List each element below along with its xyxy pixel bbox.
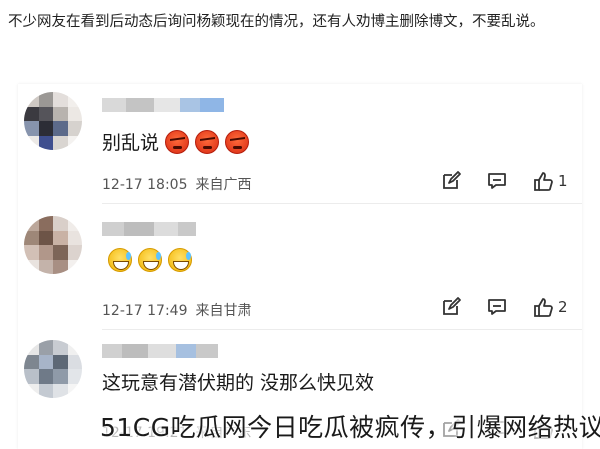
- comment-bubble-icon[interactable]: [486, 296, 508, 318]
- avatar[interactable]: [24, 340, 82, 398]
- thumbs-up-icon[interactable]: [532, 296, 554, 318]
- comment-item: 别乱说 12-17 18:05 来自广西 1: [18, 84, 582, 204]
- comment-bubble-icon[interactable]: [486, 170, 508, 192]
- grinning-sweat-emoji: [108, 248, 132, 272]
- comment-text: [102, 248, 192, 272]
- angry-face-emoji: [165, 129, 190, 154]
- username-mosaic[interactable]: [102, 222, 232, 236]
- username-mosaic[interactable]: [102, 344, 232, 358]
- comment-list: 别乱说 12-17 18:05 来自广西 1 12-17 17:49 来自甘肃 …: [18, 84, 582, 449]
- angry-face-emoji: [225, 129, 250, 154]
- comment-date: 12-17 17:49: [102, 303, 188, 319]
- pencil-square-icon[interactable]: [440, 170, 462, 192]
- angry-face-emoji: [195, 129, 220, 154]
- like-count: 2: [558, 298, 568, 316]
- avatar[interactable]: [24, 216, 82, 274]
- username-mosaic[interactable]: [102, 98, 232, 112]
- thumbs-up-icon[interactable]: [532, 170, 554, 192]
- comment-location: 来自广西: [195, 177, 252, 193]
- watermark-caption: 51CG吃瓜网今日吃瓜被疯传，引爆网络热议: [100, 413, 600, 442]
- comment-text: 别乱说: [102, 128, 250, 155]
- avatar[interactable]: [24, 92, 82, 150]
- comment-meta: 12-17 18:05 来自广西: [102, 174, 251, 194]
- comment-location: 来自甘肃: [195, 303, 252, 319]
- grinning-sweat-emoji: [138, 248, 162, 272]
- grinning-sweat-emoji: [168, 248, 192, 272]
- comment-item: 12-17 17:49 来自甘肃 2: [18, 204, 582, 330]
- comment-date: 12-17 18:05: [102, 177, 188, 193]
- comment-meta: 12-17 17:49 来自甘肃: [102, 300, 251, 320]
- pencil-square-icon[interactable]: [440, 296, 462, 318]
- article-paragraph: 不少网友在看到后动态后询问杨颖现在的情况，还有人劝博主删除博文，不要乱说。: [8, 14, 545, 30]
- comment-text: 这玩意有潜伏期的 没那么快见效: [102, 372, 375, 394]
- like-count: 1: [558, 172, 568, 190]
- comment-actions: 2: [416, 296, 568, 318]
- comment-actions: 1: [416, 170, 568, 192]
